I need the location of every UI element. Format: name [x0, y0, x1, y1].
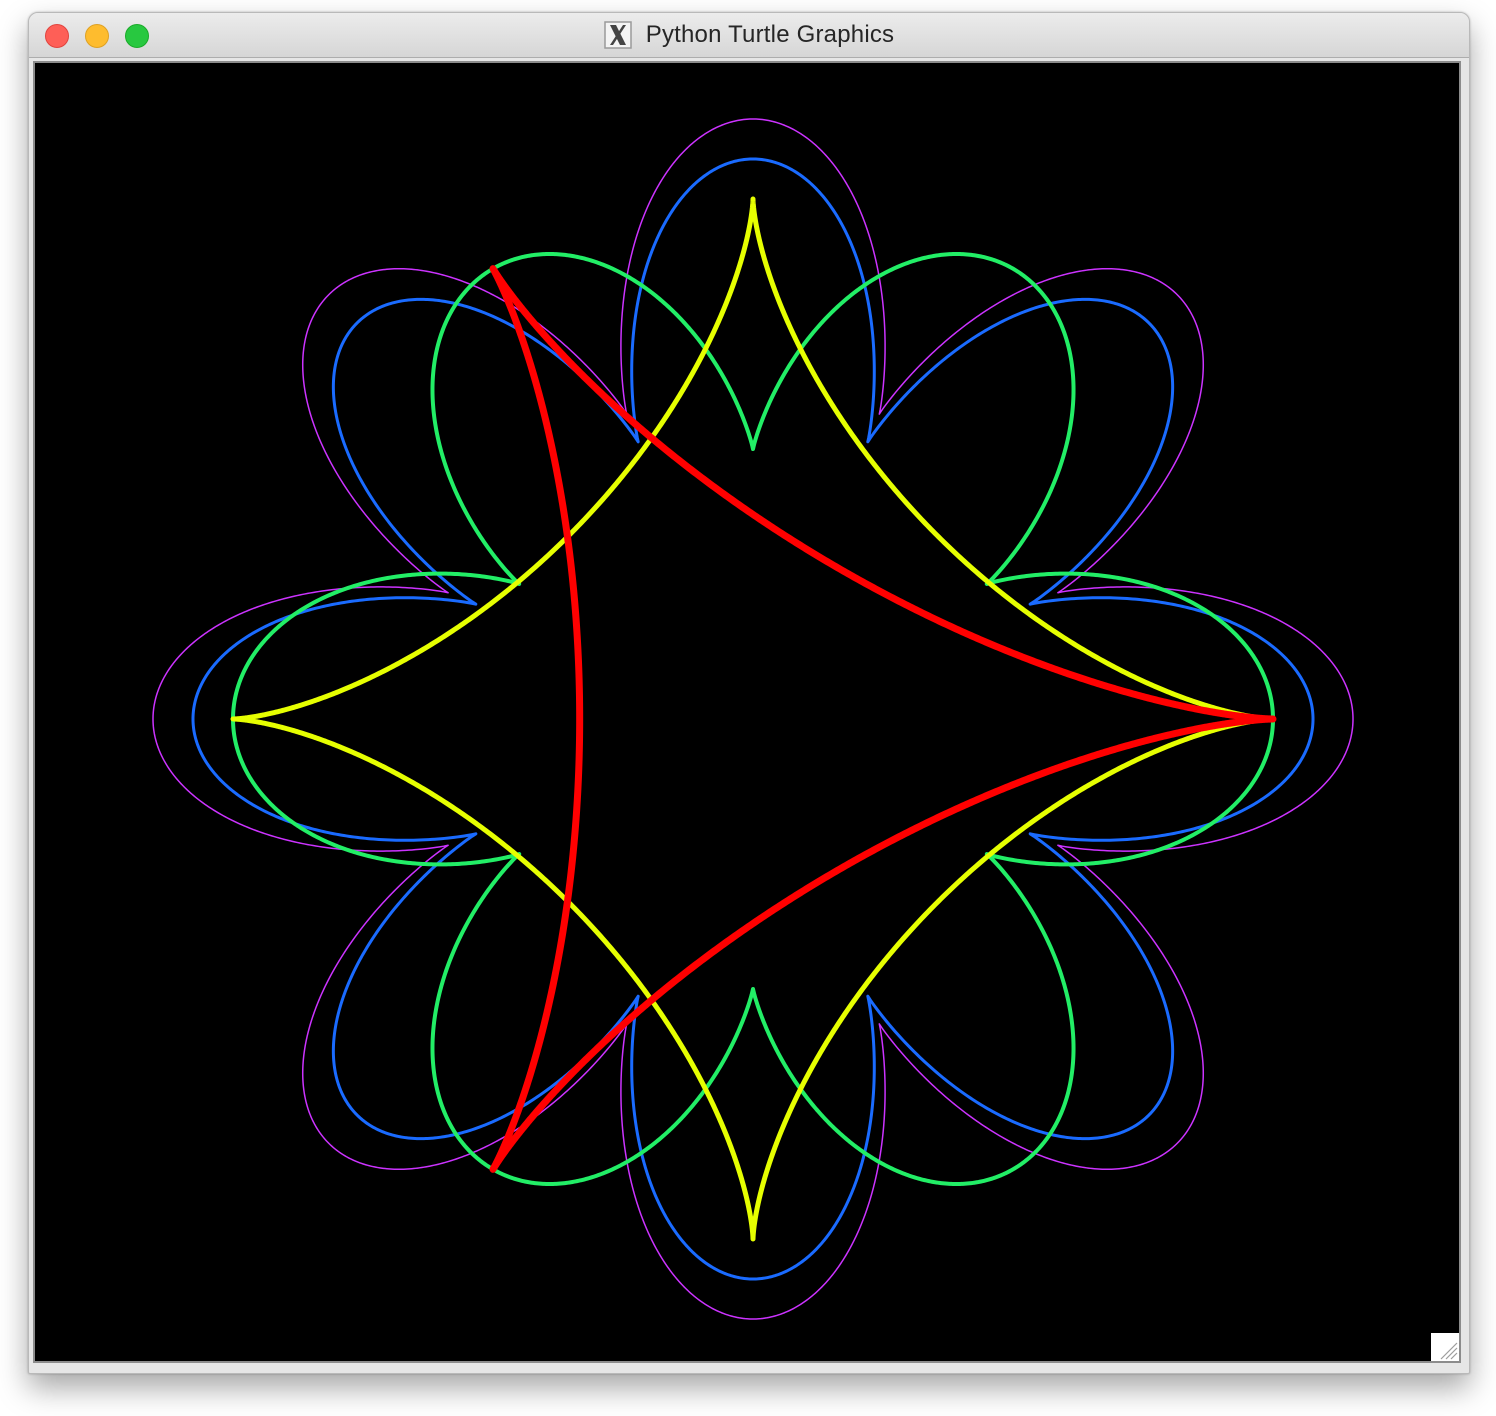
turtle-canvas[interactable]	[35, 63, 1459, 1361]
resize-grip[interactable]	[1431, 1333, 1459, 1361]
title-group: Python Turtle Graphics	[29, 13, 1469, 57]
title-bar[interactable]: Python Turtle Graphics	[29, 13, 1469, 58]
yellow-curve	[230, 196, 1276, 1242]
window-title: Python Turtle Graphics	[645, 21, 895, 48]
green-curve	[231, 251, 1275, 1187]
red-curve	[489, 265, 1277, 1173]
magenta-curve	[152, 118, 1354, 1320]
x11-icon	[603, 21, 632, 49]
resize-grip-icon	[1440, 1342, 1458, 1360]
turtle-canvas-frame	[33, 61, 1461, 1363]
blue-curve	[191, 157, 1315, 1281]
turtle-window: Python Turtle Graphics	[28, 12, 1470, 1374]
